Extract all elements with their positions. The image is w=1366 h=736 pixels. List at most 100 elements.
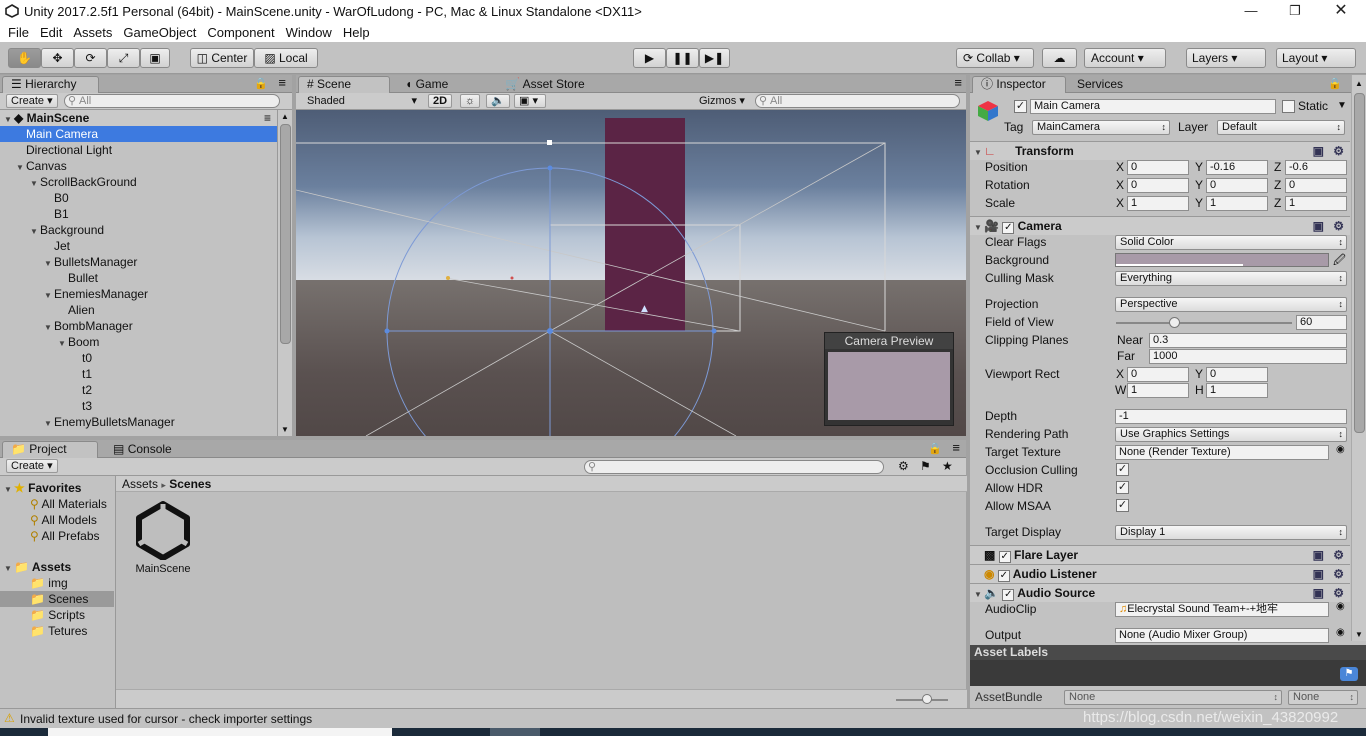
hierarchy-item[interactable]: t3 (0, 398, 277, 414)
lighting-toggle-icon[interactable]: ☼ (460, 94, 481, 108)
inspector-scroll-up-icon[interactable]: ▲ (1355, 79, 1363, 88)
folder-scripts[interactable]: 📁 Scripts (0, 607, 114, 623)
tab-scene[interactable]: # Scene (298, 76, 390, 93)
scale-x-field[interactable]: 1 (1127, 196, 1189, 211)
hierarchy-item[interactable]: ▼ BulletsManager (0, 254, 277, 270)
component-settings-icon[interactable]: ⚙ (1333, 546, 1344, 564)
hierarchy-item[interactable]: B1 (0, 206, 277, 222)
audio-listener-header[interactable]: ◉ ✓ Audio Listener ▣ ⚙ (970, 564, 1350, 583)
depth-field[interactable]: -1 (1115, 409, 1347, 424)
collab-dropdown[interactable]: ⟳ Collab ▾ (956, 48, 1034, 68)
tab-project[interactable]: 📁 Project (2, 441, 98, 458)
create-button[interactable]: Create ▾ (6, 94, 58, 108)
mode-2d-toggle[interactable]: 2D (428, 94, 453, 108)
object-picker-icon[interactable]: ◉ (1336, 627, 1345, 638)
menu-edit[interactable]: Edit (40, 25, 62, 40)
component-help-icon[interactable]: ▣ (1313, 565, 1324, 583)
tab-console[interactable]: ▤ Console (104, 441, 184, 458)
project-panel-menu-icon[interactable]: ≡ (952, 440, 960, 455)
eyedropper-icon[interactable]: 🖉 (1333, 251, 1346, 272)
hierarchy-item[interactable]: t2 (0, 382, 277, 398)
scene-viewport[interactable]: ▲ Camera Preview (296, 110, 966, 436)
scale-tool-icon[interactable]: ⤢ (107, 48, 140, 68)
viewport-y-field[interactable]: 0 (1206, 367, 1268, 382)
scroll-down-icon[interactable]: ▼ (281, 425, 289, 434)
transform-header[interactable]: ▼ ∟ Transform ▣ ⚙ (970, 141, 1350, 160)
tag-label-icon[interactable]: ⚑ (1340, 667, 1358, 681)
rotation-z-field[interactable]: 0 (1285, 178, 1347, 193)
play-button[interactable]: ▶ (633, 48, 666, 68)
menu-window[interactable]: Window (286, 25, 332, 40)
panel-menu-icon[interactable]: ≡ (278, 75, 286, 90)
hierarchy-item[interactable]: ▼ Background (0, 222, 277, 238)
close-icon[interactable]: ✕ (1318, 0, 1364, 22)
restore-icon[interactable]: ❐ (1272, 0, 1318, 22)
gizmos-dropdown[interactable]: Gizmos ▾ (694, 94, 750, 108)
component-settings-icon[interactable]: ⚙ (1333, 217, 1344, 235)
culling-mask-dropdown[interactable]: Everything (1115, 271, 1347, 286)
cloud-icon[interactable]: ☁ (1042, 48, 1077, 68)
hierarchy-item[interactable]: B0 (0, 190, 277, 206)
audio-source-header[interactable]: ▼ 🔈 ✓ Audio Source ▣ ⚙ (970, 583, 1350, 602)
component-settings-icon[interactable]: ⚙ (1333, 565, 1344, 583)
target-texture-field[interactable]: None (Render Texture) (1115, 445, 1329, 460)
step-button[interactable]: ▶❚ (699, 48, 730, 68)
hierarchy-item[interactable]: ▼ BombManager (0, 318, 277, 334)
hierarchy-item[interactable]: Directional Light (0, 142, 277, 158)
hierarchy-item[interactable]: Main Camera (0, 126, 277, 142)
flare-layer-header[interactable]: ▩ ✓ Flare Layer ▣ ⚙ (970, 545, 1350, 564)
fov-slider-thumb[interactable] (1169, 317, 1181, 328)
hierarchy-item[interactable]: t0 (0, 350, 277, 366)
folder-scenes[interactable]: 📁 Scenes (0, 591, 114, 607)
component-help-icon[interactable]: ▣ (1313, 546, 1324, 564)
component-help-icon[interactable]: ▣ (1313, 584, 1324, 602)
rotation-x-field[interactable]: 0 (1127, 178, 1189, 193)
component-help-icon[interactable]: ▣ (1313, 142, 1324, 160)
hierarchy-item[interactable]: ▼ Boom (0, 334, 277, 350)
filter-type-icon[interactable]: ⚙ (898, 459, 909, 473)
target-display-dropdown[interactable]: Display 1 (1115, 525, 1347, 540)
shading-dropdown[interactable]: Shaded ▾ (302, 94, 420, 108)
component-settings-icon[interactable]: ⚙ (1333, 584, 1344, 602)
menu-component[interactable]: Component (207, 25, 274, 40)
breadcrumb-assets[interactable]: Assets (122, 477, 158, 491)
tab-asset-store[interactable]: 🛒 Asset Store (496, 76, 596, 93)
tab-hierarchy[interactable]: ☰ Hierarchy (2, 76, 99, 93)
favorite-star-icon[interactable]: ★ (942, 459, 953, 473)
gameobject-name-field[interactable]: Main Camera (1030, 99, 1276, 114)
fov-slider-track[interactable] (1116, 322, 1292, 324)
scene-menu-icon[interactable]: ≡ (264, 110, 271, 126)
inspector-scroll-down-icon[interactable]: ▼ (1355, 630, 1363, 639)
flare-enabled-checkbox[interactable]: ✓ (998, 551, 1011, 563)
favorite-all-prefabs[interactable]: ⚲ All Prefabs (0, 528, 114, 544)
hierarchy-item[interactable]: ▼ EnemiesManager (0, 286, 277, 302)
inspector-scroll-thumb[interactable] (1354, 93, 1365, 433)
hand-tool-icon[interactable]: ✋ (8, 48, 41, 68)
account-dropdown[interactable]: Account ▾ (1084, 48, 1166, 68)
assetbundle-variant-dropdown[interactable]: None (1288, 690, 1358, 705)
layer-dropdown[interactable]: Default (1217, 120, 1345, 135)
scroll-up-icon[interactable]: ▲ (281, 112, 289, 121)
status-message[interactable]: Invalid texture used for cursor - check … (20, 712, 312, 726)
filter-label-icon[interactable]: ⚑ (920, 459, 931, 473)
scale-y-field[interactable]: 1 (1206, 196, 1268, 211)
pivot-center-button[interactable]: ◫ Center (190, 48, 254, 68)
layout-dropdown[interactable]: Layout ▾ (1276, 48, 1356, 68)
scene-search-input[interactable]: ⚲ All (755, 94, 960, 108)
menu-assets[interactable]: Assets (73, 25, 112, 40)
move-tool-icon[interactable]: ✥ (41, 48, 74, 68)
hierarchy-item[interactable]: Bullet (0, 270, 277, 286)
far-field[interactable]: 1000 (1149, 349, 1347, 364)
favorites-root[interactable]: ▼ ★ Favorites (0, 480, 114, 496)
component-settings-icon[interactable]: ⚙ (1333, 142, 1344, 160)
camera-header[interactable]: ▼ 🎥 ✓ Camera ▣ ⚙ (970, 216, 1350, 235)
breadcrumb-scenes[interactable]: Scenes (169, 477, 211, 491)
tab-game[interactable]: ◖ Game (396, 76, 466, 93)
object-picker-icon[interactable]: ◉ (1336, 444, 1345, 455)
viewport-w-field[interactable]: 1 (1127, 383, 1189, 398)
tab-services[interactable]: Services (1068, 76, 1148, 93)
expand-arrow-icon[interactable]: ▼ (44, 416, 54, 432)
hierarchy-scrollbar[interactable]: ▲ ▼ (277, 110, 292, 436)
lock-icon[interactable]: 🔒 (254, 77, 268, 90)
hierarchy-item[interactable]: Jet (0, 238, 277, 254)
